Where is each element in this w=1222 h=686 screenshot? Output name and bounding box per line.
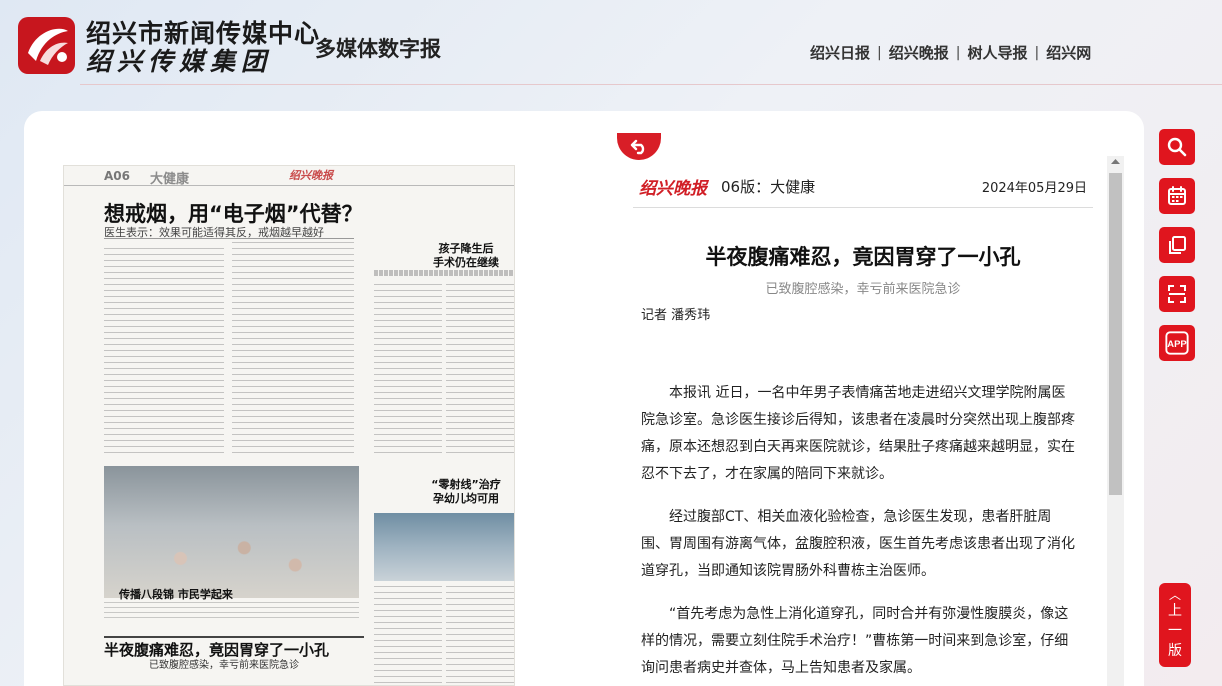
app-label: APP (1167, 339, 1186, 350)
search-button[interactable] (1159, 129, 1195, 165)
article-edition: 06版：大健康 (721, 178, 816, 196)
site-header: 绍兴市新闻传媒中心 绍兴传媒集团 多媒体数字报 绍兴日报 | 绍兴晚报 | 树人… (0, 0, 1222, 84)
nav-separator: | (1034, 44, 1040, 61)
article-paragraph: 本报讯 近日，一名中年男子表情痛苦地走进绍兴文理学院附属医院急诊室。急诊医生接诊… (641, 385, 1075, 482)
article-author: 记者 潘秀玮 (641, 308, 711, 323)
text-column (446, 586, 514, 685)
article-header: 绍兴晚报 06版：大健康 2024年05月29日 (633, 172, 1093, 208)
right-article-title[interactable]: 手术仍在继续 (421, 254, 511, 270)
prev-page-button[interactable]: ︿ 上一版 (1159, 583, 1191, 667)
article-body: 本报讯 近日，一名中年男子表情痛苦地走进绍兴文理学院附属医院急诊室。急诊医生接诊… (641, 380, 1079, 686)
prev-page-label: 上一版 (1168, 603, 1182, 659)
scrollbar-thumb[interactable] (1109, 173, 1122, 495)
copy-button[interactable] (1159, 227, 1195, 263)
search-icon (1167, 137, 1187, 157)
photo-caption: 传播八段锦 市民学起来 (119, 588, 233, 601)
app-button[interactable]: APP (1159, 325, 1195, 361)
text-column (446, 284, 514, 454)
article-paragraph: 经过腹部CT、相关血液化验检查，急诊医生发现，患者肝脏周围、胃周围有游离气体，盆… (641, 509, 1075, 579)
header-divider (80, 84, 1222, 85)
text-column (104, 248, 224, 453)
divider (104, 238, 354, 239)
news-photo[interactable] (374, 513, 514, 581)
text-column (374, 284, 442, 454)
top-nav: 绍兴日报 | 绍兴晚报 | 树人导报 | 绍兴网 (810, 42, 1091, 63)
group-name: 绍兴传媒集团 (86, 47, 273, 76)
right-article-title[interactable]: 孕幼儿均可用 (421, 490, 511, 506)
nav-link-shaoxing-net[interactable]: 绍兴网 (1046, 42, 1091, 63)
app-icon: APP (1165, 331, 1189, 355)
page-brand: 绍兴晚报 (289, 169, 333, 182)
news-photo[interactable] (104, 466, 359, 598)
back-arrow-icon (630, 139, 645, 154)
newspaper-page[interactable]: A06 大健康 绍兴晚报 想戒烟，用“电子烟”代替？ 医生表示：效果可能适得其反… (63, 165, 515, 686)
scroll-up-icon[interactable] (1107, 158, 1124, 168)
page-number: A06 (104, 169, 130, 183)
nav-separator: | (955, 44, 961, 61)
scan-button[interactable] (1159, 276, 1195, 312)
article-subtitle: 已致腹腔感染，幸亏前来医院急诊 (765, 282, 961, 297)
photo-note (104, 602, 359, 620)
divider (104, 636, 364, 638)
logo-icon[interactable] (18, 17, 75, 74)
article-paragraph: “首先考虑为急性上消化道穿孔，同时合并有弥漫性腹膜炎，像这样的情况，需要立刻住院… (641, 606, 1069, 676)
right-article-subtitle (374, 270, 514, 276)
product-name: 多媒体数字报 (315, 36, 441, 61)
calendar-icon (1168, 186, 1186, 205)
article-date: 2024年05月29日 (981, 181, 1087, 196)
article-title: 半夜腹痛难忍，竟因胃穿了一小孔 (705, 245, 1021, 269)
text-column (232, 242, 354, 453)
arrow-up-icon: ︿ (1168, 588, 1181, 602)
article-scrollbar[interactable] (1107, 156, 1124, 686)
nav-link-shaoxing-evening[interactable]: 绍兴晚报 (889, 42, 949, 63)
nav-separator: | (877, 44, 882, 61)
page-header: A06 大健康 绍兴晚报 (64, 166, 514, 187)
scan-icon (1168, 285, 1186, 303)
calendar-button[interactable] (1159, 178, 1195, 214)
text-column (374, 586, 442, 685)
page-section: 大健康 (150, 172, 190, 187)
copy-icon (1169, 236, 1186, 254)
nav-link-shaoxing-daily[interactable]: 绍兴日报 (810, 42, 870, 63)
nav-link-shuren-guide[interactable]: 树人导报 (967, 42, 1027, 63)
bottom-article-subtitle: 已致腹腔感染，幸亏前来医院急诊 (149, 660, 299, 671)
article-brand: 绍兴晚报 (639, 179, 707, 199)
